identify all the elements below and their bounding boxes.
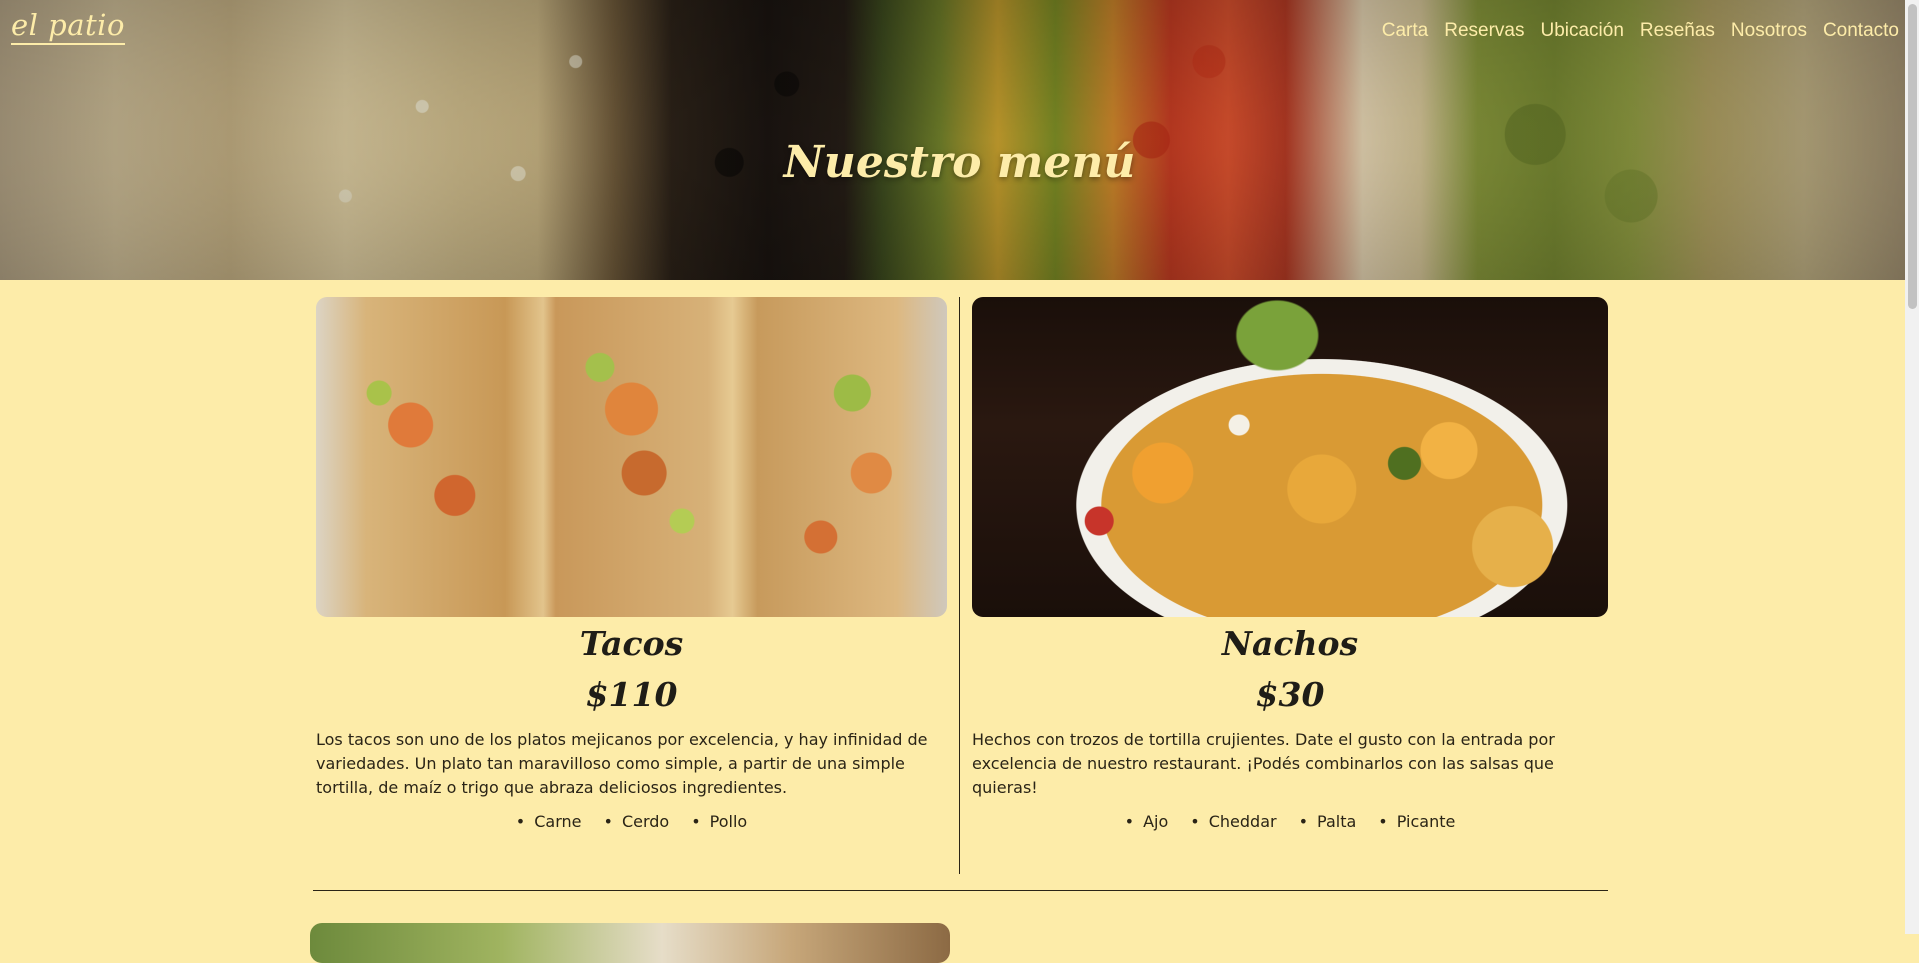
- nachos-photo: [972, 297, 1608, 617]
- option-item: Pollo: [691, 812, 748, 831]
- dish-price: $110: [585, 675, 678, 715]
- page-scrollbar[interactable]: [1905, 0, 1919, 934]
- dish-description: Los tacos son uno de los platos mejicano…: [316, 729, 928, 797]
- nav-link-ubicacion[interactable]: Ubicación: [1540, 20, 1623, 42]
- dish-description: Hechos con trozos de tortilla crujientes…: [972, 729, 1555, 797]
- nav-link-reservas[interactable]: Reservas: [1444, 20, 1524, 42]
- scrollbar-thumb[interactable]: [1908, 4, 1917, 309]
- option-item: Cerdo: [604, 812, 669, 831]
- page-title: Nuestro menú: [783, 137, 1136, 189]
- option-item: Carne: [516, 812, 581, 831]
- dish-options-list: Ajo Cheddar Palta Picante: [972, 812, 1608, 831]
- option-item: Ajo: [1125, 812, 1168, 831]
- row-divider: [313, 890, 1608, 891]
- next-dish-photo: [310, 923, 950, 963]
- dish-name: Tacos: [579, 624, 684, 663]
- option-item: Picante: [1378, 812, 1456, 831]
- option-item: Cheddar: [1190, 812, 1277, 831]
- main-nav: Carta Reservas Ubicación Reseñas Nosotro…: [1382, 20, 1899, 42]
- dish-options-list: Carne Cerdo Pollo: [316, 812, 947, 831]
- hero-banner: el patio Carta Reservas Ubicación Reseña…: [0, 0, 1919, 280]
- nav-link-contacto[interactable]: Contacto: [1823, 20, 1899, 42]
- nav-link-nosotros[interactable]: Nosotros: [1731, 20, 1807, 42]
- nav-link-carta[interactable]: Carta: [1382, 20, 1428, 42]
- tacos-photo: [316, 297, 947, 617]
- dish-name: Nachos: [1221, 624, 1359, 663]
- menu-item-tacos: Tacos $110 Los tacos son uno de los plat…: [316, 297, 947, 831]
- brand-logo[interactable]: el patio: [11, 9, 125, 45]
- nav-link-resenas[interactable]: Reseñas: [1640, 20, 1715, 42]
- option-item: Palta: [1299, 812, 1356, 831]
- column-divider: [959, 297, 960, 874]
- menu-item-nachos: Nachos $30 Hechos con trozos de tortilla…: [972, 297, 1608, 831]
- dish-price: $30: [1255, 675, 1325, 715]
